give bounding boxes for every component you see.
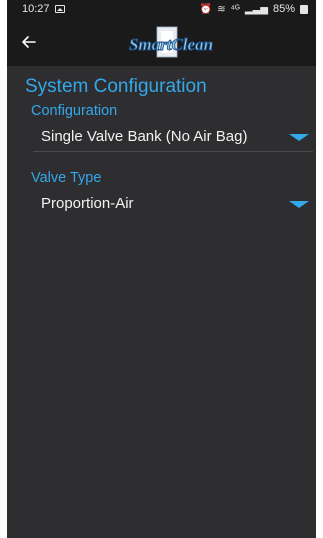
configuration-selected-value: Single Valve Bank (No Air Bag) bbox=[41, 128, 248, 145]
signal-icon: ▂▃▅ bbox=[244, 3, 268, 15]
page-title: System Configuration bbox=[25, 76, 207, 97]
dropdown-arrow-icon bbox=[289, 134, 309, 141]
status-right: ⏰ ≋ ⁴ᴳ ▂▃▅ 85% bbox=[200, 3, 308, 15]
alarm-icon: ⏰ bbox=[199, 3, 213, 15]
app-bar: SmartClean bbox=[7, 18, 316, 66]
valve-type-dropdown[interactable]: Proportion-Air bbox=[33, 189, 313, 219]
valve-type-label: Valve Type bbox=[31, 170, 102, 186]
status-time: 10:27 bbox=[22, 3, 50, 15]
status-left: 10:27 bbox=[22, 3, 65, 15]
battery-percent: 85% bbox=[272, 3, 295, 15]
logo-text: SmartClean bbox=[129, 35, 213, 54]
battery-icon bbox=[300, 4, 308, 14]
dropdown-underline bbox=[33, 151, 313, 152]
arrow-left-icon bbox=[22, 36, 36, 48]
network-type-icon: ⁴ᴳ bbox=[230, 3, 240, 15]
back-button[interactable] bbox=[15, 28, 43, 56]
status-bar: 10:27 ⏰ ≋ ⁴ᴳ ▂▃▅ 85% bbox=[7, 0, 316, 18]
configuration-label: Configuration bbox=[31, 103, 118, 119]
wifi-icon: ≋ bbox=[217, 3, 226, 15]
phone-screen: 10:27 ⏰ ≋ ⁴ᴳ ▂▃▅ 85% SmartClean System C… bbox=[7, 0, 316, 538]
smartclean-logo: SmartClean bbox=[129, 26, 213, 58]
configuration-dropdown[interactable]: Single Valve Bank (No Air Bag) bbox=[33, 122, 313, 152]
dropdown-arrow-icon bbox=[289, 201, 309, 208]
valve-type-selected-value: Proportion-Air bbox=[41, 195, 134, 212]
gallery-notification-icon bbox=[54, 5, 65, 13]
